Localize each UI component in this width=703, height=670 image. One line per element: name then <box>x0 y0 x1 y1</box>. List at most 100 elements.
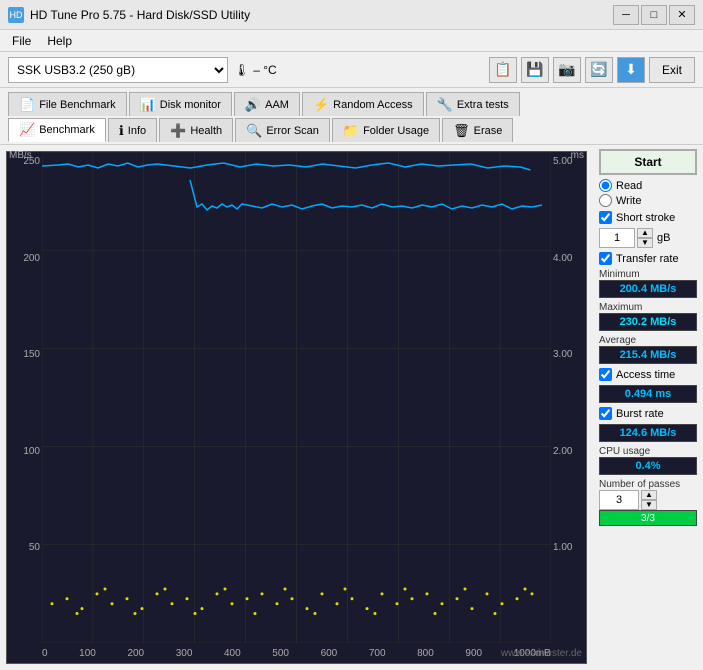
maximize-button[interactable]: □ <box>641 5 667 25</box>
transfer-rate-label: Transfer rate <box>616 253 679 265</box>
tab-file-benchmark-label: File Benchmark <box>39 99 115 111</box>
passes-section: Number of passes ▲ ▼ 3/3 <box>599 479 697 526</box>
tab-file-benchmark[interactable]: 📄 File Benchmark <box>8 92 127 116</box>
tab-info[interactable]: ℹ Info <box>108 118 157 142</box>
maximum-label: Maximum <box>599 302 697 313</box>
app-title: HD Tune Pro 5.75 - Hard Disk/SSD Utility <box>30 8 250 22</box>
app-icon: HD <box>8 7 24 23</box>
cpu-usage-label: CPU usage <box>599 446 697 457</box>
tab-erase[interactable]: 🗑 Erase <box>442 118 513 142</box>
burst-rate-value: 124.6 MB/s <box>599 424 697 442</box>
toolbar-btn-2[interactable]: 💾 <box>521 57 549 83</box>
burst-rate-input[interactable] <box>599 407 612 420</box>
disk-monitor-icon: 📊 <box>140 97 156 113</box>
write-radio-input[interactable] <box>599 194 612 207</box>
folder-usage-icon: 📁 <box>343 123 359 139</box>
short-stroke-spin: ▲ ▼ gB <box>599 228 697 248</box>
maximum-section: Maximum 230.2 MB/s <box>599 302 697 331</box>
tab-folder-usage[interactable]: 📁 Folder Usage <box>332 118 440 142</box>
minimize-button[interactable]: ─ <box>613 5 639 25</box>
tab-health[interactable]: ➕ Health <box>159 118 233 142</box>
tab-folder-usage-label: Folder Usage <box>363 125 429 137</box>
tab-random-access[interactable]: ⚡ Random Access <box>302 92 424 116</box>
read-radio-input[interactable] <box>599 179 612 192</box>
passes-spin: ▲ ▼ <box>599 490 697 510</box>
file-benchmark-icon: 📄 <box>19 97 35 113</box>
toolbar-btn-1[interactable]: 📋 <box>489 57 517 83</box>
menu-bar: File Help <box>0 30 703 52</box>
watermark: www.ssd-tester.de <box>501 648 582 659</box>
toolbar: SSK USB3.2 (250 gB) 🌡 – °C 📋 💾 📷 🔄 ⬇ Exi… <box>0 52 703 88</box>
transfer-rate-input[interactable] <box>599 252 612 265</box>
tab-benchmark[interactable]: 📈 Benchmark <box>8 118 106 142</box>
short-stroke-input[interactable] <box>599 211 612 224</box>
tab-aam-label: AAM <box>265 99 289 111</box>
tab-disk-monitor-label: Disk monitor <box>160 99 221 111</box>
temp-value: – °C <box>253 63 276 77</box>
access-time-checkbox[interactable]: Access time <box>599 368 697 381</box>
chart-svg <box>42 152 551 643</box>
short-stroke-checkbox[interactable]: Short stroke <box>599 211 697 224</box>
read-radio[interactable]: Read <box>599 179 697 192</box>
passes-display: 3/3 <box>600 511 696 527</box>
cpu-usage-section: CPU usage 0.4% <box>599 446 697 475</box>
toolbar-btn-5[interactable]: ⬇ <box>617 57 645 83</box>
tabs-row-1: 📄 File Benchmark 📊 Disk monitor 🔊 AAM ⚡ … <box>8 92 695 116</box>
aam-icon: 🔊 <box>245 97 261 113</box>
passes-increment[interactable]: ▲ <box>641 490 657 500</box>
benchmark-icon: 📈 <box>19 122 35 138</box>
tab-extra-tests[interactable]: 🔧 Extra tests <box>426 92 520 116</box>
temp-display: 🌡 – °C <box>234 63 277 77</box>
average-label: Average <box>599 335 697 346</box>
error-scan-icon: 🔍 <box>246 123 262 139</box>
tab-health-label: Health <box>190 125 222 137</box>
tab-error-scan-label: Error Scan <box>266 125 319 137</box>
close-button[interactable]: ✕ <box>669 5 695 25</box>
extra-tests-icon: 🔧 <box>437 97 453 113</box>
short-stroke-increment[interactable]: ▲ <box>637 228 653 238</box>
exit-button[interactable]: Exit <box>649 57 695 83</box>
passes-label: Number of passes <box>599 479 697 490</box>
tab-error-scan[interactable]: 🔍 Error Scan <box>235 118 330 142</box>
write-radio[interactable]: Write <box>599 194 697 207</box>
write-label: Write <box>616 195 641 207</box>
passes-decrement[interactable]: ▼ <box>641 500 657 510</box>
cpu-usage-value: 0.4% <box>599 457 697 475</box>
drive-select[interactable]: SSK USB3.2 (250 gB) <box>8 57 228 83</box>
access-time-input[interactable] <box>599 368 612 381</box>
access-time-dots <box>51 587 534 615</box>
short-stroke-decrement[interactable]: ▼ <box>637 238 653 248</box>
info-icon: ℹ <box>119 123 124 139</box>
chart-x-axis: 0 100 200 300 400 500 600 700 800 900 10… <box>42 643 551 663</box>
toolbar-btn-4[interactable]: 🔄 <box>585 57 613 83</box>
tab-extra-tests-label: Extra tests <box>457 99 509 111</box>
main-content: MB/s ms 250 200 150 100 50 5.00 4.00 3.0… <box>0 145 703 670</box>
toolbar-icons: 📋 💾 📷 🔄 ⬇ Exit <box>489 57 695 83</box>
chart-plot <box>42 152 551 643</box>
burst-rate-checkbox[interactable]: Burst rate <box>599 407 697 420</box>
toolbar-btn-3[interactable]: 📷 <box>553 57 581 83</box>
access-time-value: 0.494 ms <box>599 385 697 403</box>
title-bar: HD HD Tune Pro 5.75 - Hard Disk/SSD Util… <box>0 0 703 30</box>
minimum-label: Minimum <box>599 269 697 280</box>
menu-file[interactable]: File <box>4 32 39 50</box>
passes-value-input[interactable] <box>599 490 639 510</box>
chart-y-left: 250 200 150 100 50 <box>7 152 42 643</box>
tabs-row-2: 📈 Benchmark ℹ Info ➕ Health 🔍 Error Scan… <box>8 118 695 142</box>
chart-y-right: 5.00 4.00 3.00 2.00 1.00 <box>551 152 586 643</box>
window-controls: ─ □ ✕ <box>613 5 695 25</box>
short-stroke-value-input[interactable] <box>599 228 635 248</box>
read-label: Read <box>616 180 642 192</box>
tab-info-label: Info <box>128 125 146 137</box>
read-write-radio: Read Write <box>599 179 697 207</box>
tab-disk-monitor[interactable]: 📊 Disk monitor <box>129 92 232 116</box>
tab-random-access-label: Random Access <box>333 99 412 111</box>
tab-erase-label: Erase <box>474 125 503 137</box>
chart-area: MB/s ms 250 200 150 100 50 5.00 4.00 3.0… <box>6 151 587 664</box>
tab-aam[interactable]: 🔊 AAM <box>234 92 300 116</box>
random-access-icon: ⚡ <box>313 97 329 113</box>
start-button[interactable]: Start <box>599 149 697 175</box>
transfer-rate-checkbox[interactable]: Transfer rate <box>599 252 697 265</box>
passes-spin-buttons: ▲ ▼ <box>641 490 657 510</box>
menu-help[interactable]: Help <box>39 32 80 50</box>
